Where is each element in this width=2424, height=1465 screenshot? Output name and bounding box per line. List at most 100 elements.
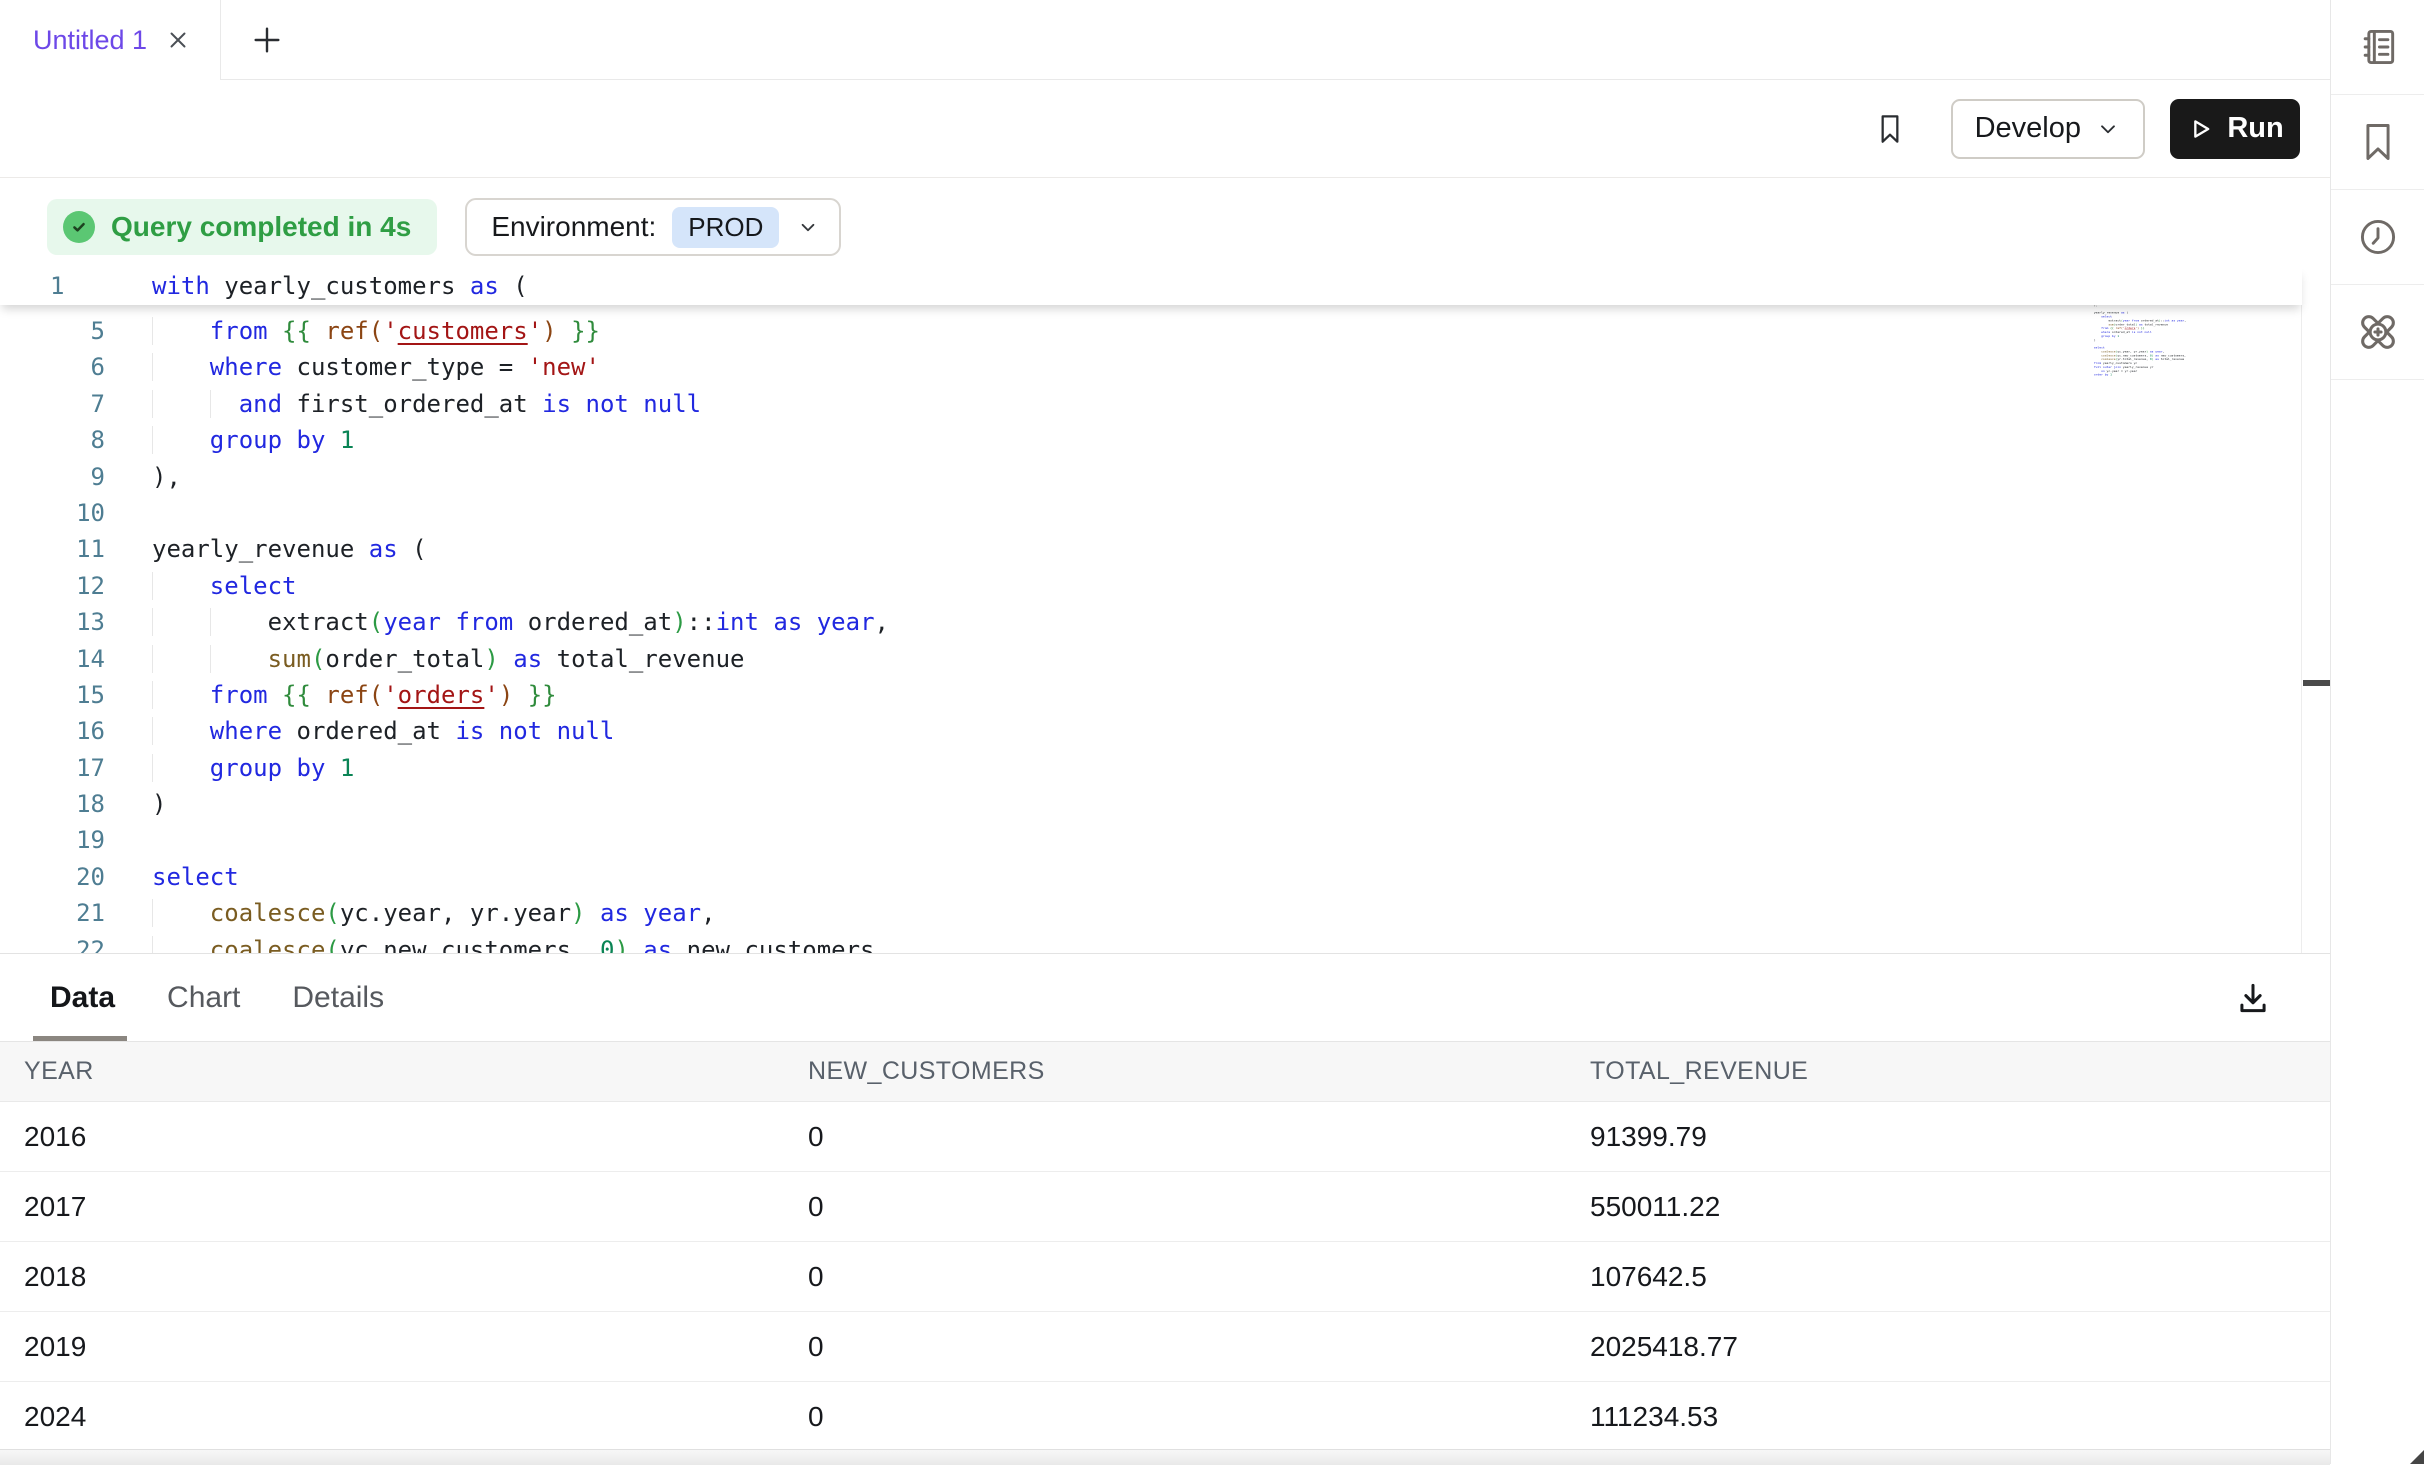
- tab-details[interactable]: Details: [292, 981, 384, 1015]
- bookmark-icon: [2356, 120, 2400, 164]
- rail-item-bookmarks[interactable]: [2331, 95, 2424, 190]
- table-row: 20170550011.22: [0, 1172, 2330, 1242]
- ide-main-area: Untitled 1 Develop Run Query completed i…: [0, 0, 2330, 1464]
- table-row: 20240111234.53: [0, 1382, 2330, 1452]
- line-number: 10: [0, 495, 105, 531]
- download-button[interactable]: [2234, 979, 2272, 1017]
- table-cell: 550011.22: [1590, 1191, 2330, 1223]
- code-editor[interactable]: 5 from {{ ref('customers') }}6 where cus…: [0, 268, 2330, 953]
- code-line[interactable]: 7 and first_ordered_at is not null: [0, 386, 2302, 422]
- code-line[interactable]: 12 select: [0, 568, 2302, 604]
- tab-chart[interactable]: Chart: [167, 981, 240, 1015]
- plus-icon: [250, 23, 284, 57]
- column-header: YEAR: [24, 1057, 808, 1086]
- line-number: 11: [0, 531, 105, 567]
- download-icon: [2234, 979, 2272, 1017]
- table-cell: 91399.79: [1590, 1121, 2330, 1153]
- bookmark-icon: [1874, 111, 1906, 147]
- code-line[interactable]: 15 from {{ ref('orders') }}: [0, 677, 2302, 713]
- code-line[interactable]: 8 group by 1: [0, 422, 2302, 458]
- line-number: 14: [0, 641, 105, 677]
- table-cell: 2018: [24, 1261, 808, 1293]
- table-body: 2016091399.7920170550011.2220180107642.5…: [0, 1102, 2330, 1452]
- right-rail: [2330, 0, 2424, 1464]
- close-icon[interactable]: [165, 27, 191, 53]
- column-header: NEW_CUSTOMERS: [808, 1057, 1590, 1086]
- develop-button[interactable]: Develop: [1951, 99, 2145, 159]
- code-line[interactable]: 5 from {{ ref('customers') }}: [0, 313, 2302, 349]
- editor-tab[interactable]: Untitled 1: [0, 0, 221, 80]
- line-number: 20: [0, 859, 105, 895]
- resize-corner[interactable]: [2410, 1450, 2424, 1464]
- code-line[interactable]: 21 coalesce(yc.year, yr.year) as year,: [0, 895, 2302, 931]
- code-line[interactable]: 20select: [0, 859, 2302, 895]
- bookmark-button[interactable]: [1874, 111, 1906, 147]
- code-line[interactable]: 9),: [0, 459, 2302, 495]
- line-number: 16: [0, 713, 105, 749]
- compass-icon: [2355, 309, 2401, 355]
- results-tabs: Data Chart Details: [0, 954, 2330, 1042]
- editor-lines: 5 from {{ ref('customers') }}6 where cus…: [0, 305, 2302, 953]
- chevron-down-icon: [2095, 116, 2121, 142]
- code-line[interactable]: 22 coalesce(yc.new_customers, 0) as new_…: [0, 932, 2302, 953]
- rail-item-notebook[interactable]: [2331, 0, 2424, 95]
- table-cell: 0: [808, 1191, 1590, 1223]
- rail-item-history[interactable]: [2331, 190, 2424, 285]
- tab-title: Untitled 1: [33, 25, 147, 56]
- run-button[interactable]: Run: [2170, 99, 2300, 159]
- table-cell: 2025418.77: [1590, 1331, 2330, 1363]
- code-line[interactable]: 11yearly_revenue as (: [0, 531, 2302, 567]
- chevron-down-icon: [795, 214, 821, 240]
- code-line[interactable]: 10: [0, 495, 2302, 531]
- table-cell: 2019: [24, 1331, 808, 1363]
- line-number: 1: [0, 268, 105, 304]
- query-status-text: Query completed in 4s: [111, 211, 411, 243]
- table-cell: 0: [808, 1331, 1590, 1363]
- code-line[interactable]: 17 group by 1: [0, 750, 2302, 786]
- code-line[interactable]: order by 1: [2088, 373, 2201, 377]
- code-line[interactable]: 6 where customer_type = 'new': [0, 349, 2302, 385]
- code-line[interactable]: 14 sum(order_total) as total_revenue: [0, 641, 2302, 677]
- results-panel: Data Chart Details YEARNEW_CUSTOMERSTOTAL_…: [0, 953, 2330, 1464]
- environment-label: Environment:: [491, 211, 656, 243]
- line-number: 9: [0, 459, 105, 495]
- query-status-pill: Query completed in 4s: [47, 199, 437, 255]
- environment-selector[interactable]: Environment: PROD: [465, 198, 841, 256]
- line-number: 21: [0, 895, 105, 931]
- code-line[interactable]: 13 extract(year from ordered_at)::int as…: [0, 604, 2302, 640]
- code-line[interactable]: 1with yearly_customers as (: [0, 268, 2302, 304]
- editor-scrollbar-track[interactable]: [2301, 268, 2302, 953]
- table-cell: 0: [808, 1401, 1590, 1433]
- new-tab-button[interactable]: [242, 0, 292, 80]
- rail-item-copilot[interactable]: [2331, 285, 2424, 380]
- develop-label: Develop: [1975, 112, 2081, 145]
- toolbar: Develop Run: [0, 80, 2330, 178]
- editor-scrollbar-thumb[interactable]: [2303, 680, 2330, 686]
- horizontal-scrollbar[interactable]: [0, 1449, 2330, 1465]
- table-cell: 0: [808, 1121, 1590, 1153]
- status-bar: Query completed in 4s Environment: PROD: [47, 198, 841, 256]
- line-number: 15: [0, 677, 105, 713]
- code-line[interactable]: 19: [0, 822, 2302, 858]
- code-line[interactable]: 18): [0, 786, 2302, 822]
- table-row: 2016091399.79: [0, 1102, 2330, 1172]
- table-cell: 2024: [24, 1401, 808, 1433]
- environment-value-badge: PROD: [672, 207, 779, 248]
- check-circle-icon: [63, 211, 95, 243]
- table-row: 20180107642.5: [0, 1242, 2330, 1312]
- line-number: 6: [0, 349, 105, 385]
- line-number: 19: [0, 822, 105, 858]
- line-number: 17: [0, 750, 105, 786]
- active-tab-underline: [33, 1036, 127, 1041]
- code-line[interactable]: 16 where ordered_at is not null: [0, 713, 2302, 749]
- table-cell: 107642.5: [1590, 1261, 2330, 1293]
- history-icon: [2356, 215, 2400, 259]
- table-cell: 0: [808, 1261, 1590, 1293]
- table-cell: 2016: [24, 1121, 808, 1153]
- line-number: 7: [0, 386, 105, 422]
- table-cell: 2017: [24, 1191, 808, 1223]
- line-number: 8: [0, 422, 105, 458]
- column-header: TOTAL_REVENUE: [1590, 1057, 2330, 1086]
- notebook-icon: [2356, 25, 2400, 69]
- tab-data[interactable]: Data: [50, 981, 115, 1015]
